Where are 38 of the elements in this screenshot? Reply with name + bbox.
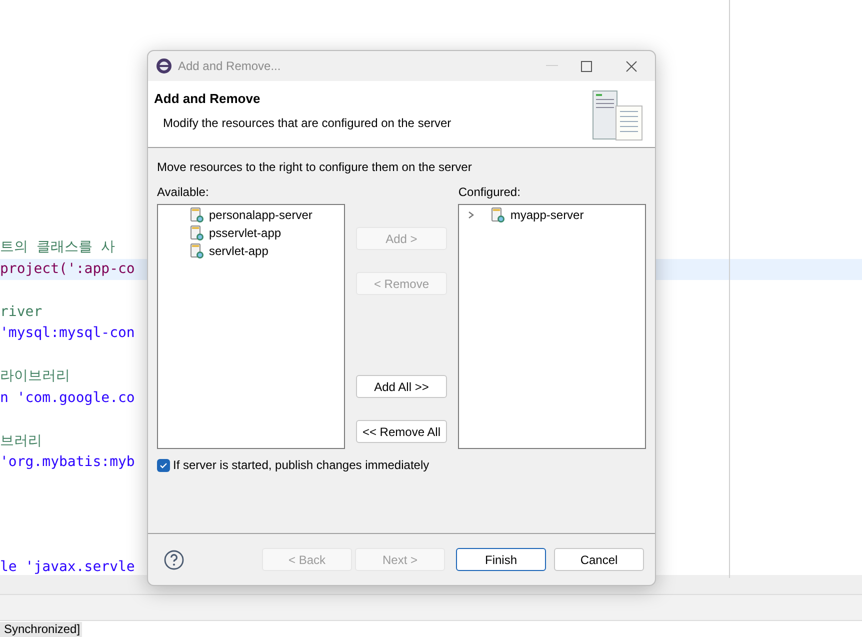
code-line: 라이브러리 bbox=[0, 367, 70, 386]
available-label: Available: bbox=[157, 184, 210, 201]
code-line: project(':app-co bbox=[0, 260, 135, 279]
dialog-heading: Add and Remove bbox=[154, 90, 262, 108]
app-icon bbox=[156, 58, 172, 74]
window-title: Add and Remove... bbox=[178, 58, 281, 75]
move-button[interactable]: << Remove All bbox=[356, 420, 447, 443]
code-line: 'org.mybatis:myb bbox=[0, 453, 135, 472]
server-item[interactable]: myapp-server bbox=[510, 206, 584, 224]
code-line: 트의 클래스를 사 bbox=[0, 238, 115, 258]
server-icon bbox=[189, 225, 205, 241]
help-icon[interactable] bbox=[164, 550, 184, 570]
code-line: n 'com.google.co bbox=[0, 388, 135, 408]
maximize-icon[interactable] bbox=[581, 60, 592, 72]
resource-list[interactable]: personalapp-server psservlet-app servlet-app bbox=[157, 204, 345, 449]
dialog-description: Modify the resources that are configured on the server bbox=[162, 114, 452, 132]
server-icon bbox=[189, 207, 205, 223]
footer-button[interactable]: Cancel bbox=[554, 548, 644, 571]
code-line: 브러리 bbox=[0, 432, 42, 451]
footer-button[interactable]: Finish bbox=[456, 548, 546, 571]
publish-checkbox[interactable] bbox=[157, 458, 170, 472]
code-line: le 'javax.servle bbox=[0, 558, 135, 577]
server-item[interactable]: psservlet-app bbox=[209, 224, 282, 242]
server-item[interactable]: personalapp-server bbox=[209, 206, 312, 224]
move-button[interactable]: Add All >> bbox=[356, 375, 447, 398]
server-icon bbox=[189, 243, 205, 259]
server-item[interactable]: servlet-app bbox=[209, 242, 268, 260]
check-icon bbox=[159, 460, 168, 470]
expand-chevron-icon[interactable] bbox=[466, 210, 476, 220]
publish-label: If server is started, publish changes immediately bbox=[173, 457, 430, 474]
resource-list[interactable]: myapp-server bbox=[458, 204, 646, 449]
server-icon bbox=[490, 207, 506, 223]
code-line: river bbox=[0, 302, 42, 322]
instruction-text: Move resources to the right to configure them on the server bbox=[157, 159, 473, 176]
code-line: 'mysql:mysql-con bbox=[0, 324, 135, 344]
configured-label: Configured: bbox=[458, 184, 522, 201]
status-text: Synchronized] bbox=[0, 622, 82, 636]
close-icon[interactable] bbox=[626, 60, 637, 72]
